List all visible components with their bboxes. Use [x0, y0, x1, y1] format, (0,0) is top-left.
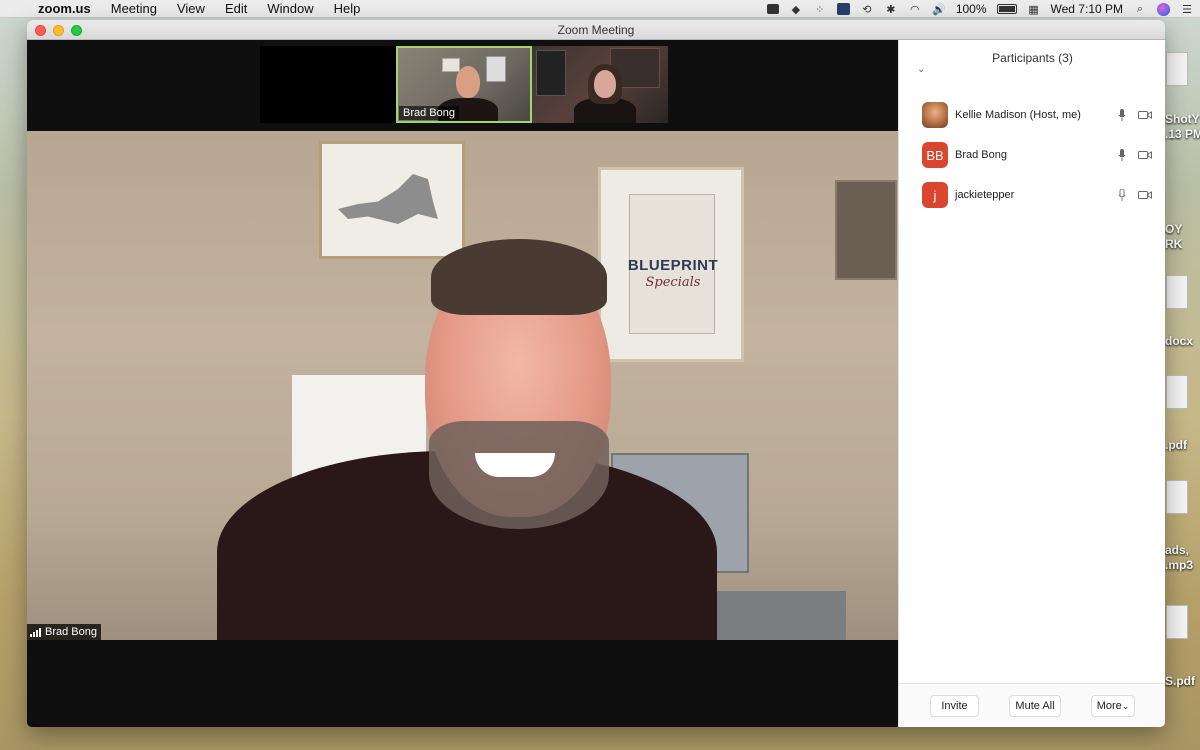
desktop-file-label[interactable]: .pdf	[1165, 438, 1200, 452]
desktop-file-label[interactable]: docx	[1165, 334, 1200, 348]
desktop-file-icon[interactable]	[1166, 275, 1188, 309]
participants-title: Participants (3)	[992, 51, 1073, 65]
desktop-file-label[interactable]: S.pdf	[1165, 674, 1200, 688]
wall-frame	[486, 56, 506, 82]
desktop-file-label[interactable]: .13 PM	[1165, 127, 1200, 141]
person-hair	[431, 239, 607, 315]
menu-edit[interactable]: Edit	[215, 1, 257, 16]
menu-meeting[interactable]: Meeting	[101, 1, 167, 16]
avatar	[922, 102, 948, 128]
battery-icon[interactable]	[996, 4, 1017, 14]
dropbox-icon[interactable]: ◆	[789, 3, 803, 16]
participants-header: ⌄ Participants (3)	[899, 40, 1165, 76]
menubar-clock[interactable]: Wed 7:10 PM	[1051, 2, 1123, 16]
map-graphic	[338, 174, 438, 224]
control-icon[interactable]: ⁘	[813, 3, 827, 16]
chevron-down-icon: ⌄	[1121, 701, 1130, 711]
more-button[interactable]: More⌄	[1091, 695, 1135, 717]
zoom-status-icon[interactable]	[766, 4, 779, 14]
battery-percent: 100%	[955, 2, 987, 16]
video-stage: Brad Bong BLUEPRINT Specials Brad Bong	[27, 40, 898, 727]
desktop-file-label[interactable]: ads,	[1165, 543, 1200, 557]
video-thumbnail-empty[interactable]	[260, 46, 396, 123]
wall-frame	[442, 58, 460, 72]
avatar: j	[922, 182, 948, 208]
person-face	[456, 66, 480, 98]
video-thumbnail[interactable]	[532, 46, 668, 123]
window-titlebar[interactable]: Zoom Meeting	[27, 20, 1165, 40]
app-menu-zoom[interactable]: zoom.us	[28, 1, 101, 16]
video-thumbnail-active-speaker[interactable]: Brad Bong	[396, 46, 532, 123]
desktop-file-label[interactable]: ShotY	[1165, 112, 1200, 126]
poster-title: BLUEPRINT	[627, 257, 719, 274]
time-machine-icon[interactable]: ⟲	[860, 3, 874, 16]
macos-menubar: zoom.us Meeting View Edit Window Help ◆ …	[0, 0, 1200, 18]
participants-footer: Invite Mute All More⌄	[899, 683, 1165, 727]
zoom-meeting-window: Zoom Meeting Brad Bong BLUEPRINT Special…	[27, 20, 1165, 727]
microphone-icon[interactable]	[1118, 189, 1126, 201]
microphone-icon[interactable]	[1118, 109, 1126, 121]
participant-name: Kellie Madison (Host, me)	[955, 109, 1081, 121]
main-speaker-video[interactable]: BLUEPRINT Specials Brad Bong	[27, 131, 898, 640]
wall-map-frame	[319, 141, 465, 259]
participants-panel: ⌄ Participants (3) Kellie Madison (Host,…	[898, 40, 1165, 727]
connection-signal-icon	[30, 627, 41, 637]
gallery-thumbnail-strip: Brad Bong	[27, 40, 898, 131]
participant-name: Brad Bong	[955, 149, 1007, 161]
window-title: Zoom Meeting	[557, 23, 635, 37]
notification-center-icon[interactable]: ☰	[1180, 3, 1194, 16]
window-close-button[interactable]	[35, 25, 46, 36]
wall-poster-frame: BLUEPRINT Specials	[598, 167, 744, 362]
desktop-file-label[interactable]: OY	[1165, 222, 1200, 236]
window-minimize-button[interactable]	[53, 25, 64, 36]
desktop-file-label[interactable]: RK	[1165, 237, 1200, 251]
volume-icon[interactable]: 🔊	[932, 3, 946, 16]
menu-help[interactable]: Help	[324, 1, 371, 16]
video-camera-icon[interactable]	[1138, 110, 1152, 120]
person-face	[594, 70, 616, 98]
app-status-icon[interactable]	[836, 3, 850, 15]
window-maximize-button[interactable]	[71, 25, 82, 36]
thumbnail-name-label: Brad Bong	[399, 106, 459, 120]
wifi-icon[interactable]: ◠	[908, 3, 922, 16]
video-camera-icon[interactable]	[1138, 190, 1152, 200]
video-camera-icon[interactable]	[1138, 150, 1152, 160]
calendar-icon[interactable]: ▦	[1027, 3, 1041, 16]
participant-row[interactable]: Kellie Madison (Host, me)	[899, 95, 1165, 135]
person-smile	[475, 453, 555, 477]
desktop-file-icon[interactable]	[1166, 480, 1188, 514]
poster-subtitle: Specials	[645, 275, 701, 290]
invite-button[interactable]: Invite	[930, 695, 979, 717]
poster: BLUEPRINT Specials	[628, 194, 718, 334]
menu-window[interactable]: Window	[257, 1, 323, 16]
spotlight-search-icon[interactable]: ⌕	[1133, 3, 1147, 15]
chevron-down-icon[interactable]: ⌄	[917, 52, 925, 88]
siri-icon[interactable]	[1157, 2, 1170, 16]
wall-poster	[536, 50, 566, 96]
participant-name: jackietepper	[955, 189, 1015, 201]
more-button-label: More	[1096, 700, 1122, 712]
speaker-name-label: Brad Bong	[27, 624, 101, 640]
avatar: BB	[922, 142, 948, 168]
participant-row[interactable]: BB Brad Bong	[899, 135, 1165, 175]
desktop-file-icon[interactable]	[1166, 605, 1188, 639]
bluetooth-icon[interactable]: ✱	[884, 3, 898, 16]
desktop-file-icon[interactable]	[1166, 375, 1188, 409]
mute-all-button[interactable]: Mute All	[1009, 695, 1061, 717]
menubar-status-area: ◆ ⁘ ⟲ ✱ ◠ 🔊 100% ▦ Wed 7:10 PM ⌕ ☰	[766, 0, 1194, 18]
microphone-icon[interactable]	[1118, 149, 1126, 161]
menu-view[interactable]: View	[167, 1, 215, 16]
participant-row[interactable]: j jackietepper	[899, 175, 1165, 215]
desktop-file-icon[interactable]	[1166, 52, 1188, 86]
desktop-file-label[interactable]: .mp3	[1165, 558, 1200, 572]
speaker-name: Brad Bong	[45, 626, 97, 638]
shelf	[701, 591, 846, 640]
wall-frame	[835, 180, 897, 280]
